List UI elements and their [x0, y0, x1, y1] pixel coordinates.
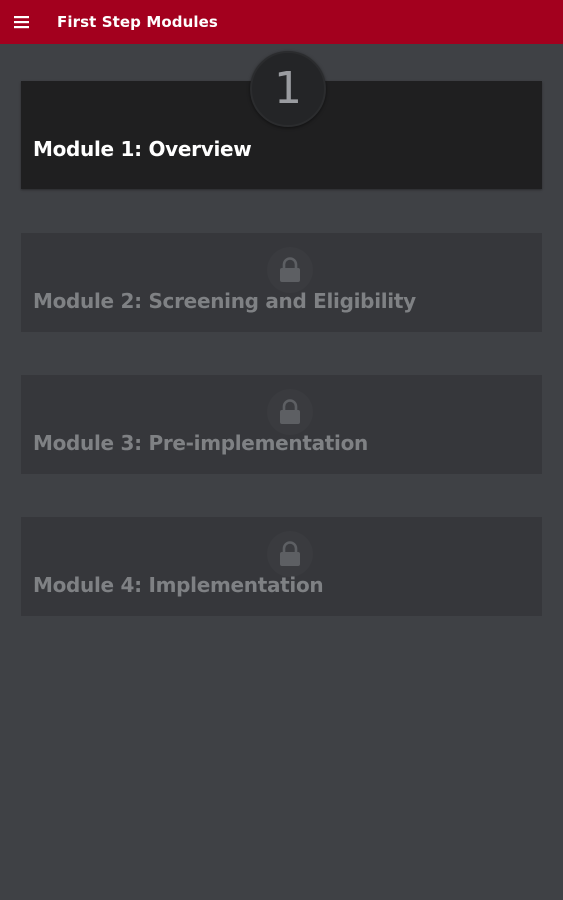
module-number-badge: 1	[250, 51, 326, 127]
module-card-3[interactable]: Module 3: Pre-implementation	[21, 375, 542, 474]
app-title: First Step Modules	[57, 13, 218, 31]
lock-icon	[267, 247, 313, 293]
module-card-4[interactable]: Module 4: Implementation	[21, 517, 542, 616]
module-title: Module 3: Pre-implementation	[33, 431, 368, 455]
module-card-2[interactable]: Module 2: Screening and Eligibility	[21, 233, 542, 332]
hamburger-menu-icon[interactable]	[12, 12, 32, 32]
module-title: Module 4: Implementation	[33, 573, 324, 597]
module-title: Module 1: Overview	[33, 137, 252, 161]
lock-icon	[267, 531, 313, 577]
module-title: Module 2: Screening and Eligibility	[33, 289, 416, 313]
module-card-1[interactable]: 1 Module 1: Overview	[21, 51, 542, 189]
lock-icon	[267, 389, 313, 435]
module-list: 1 Module 1: Overview Module 2: Screening…	[0, 44, 563, 900]
app-bar: First Step Modules	[0, 0, 563, 44]
